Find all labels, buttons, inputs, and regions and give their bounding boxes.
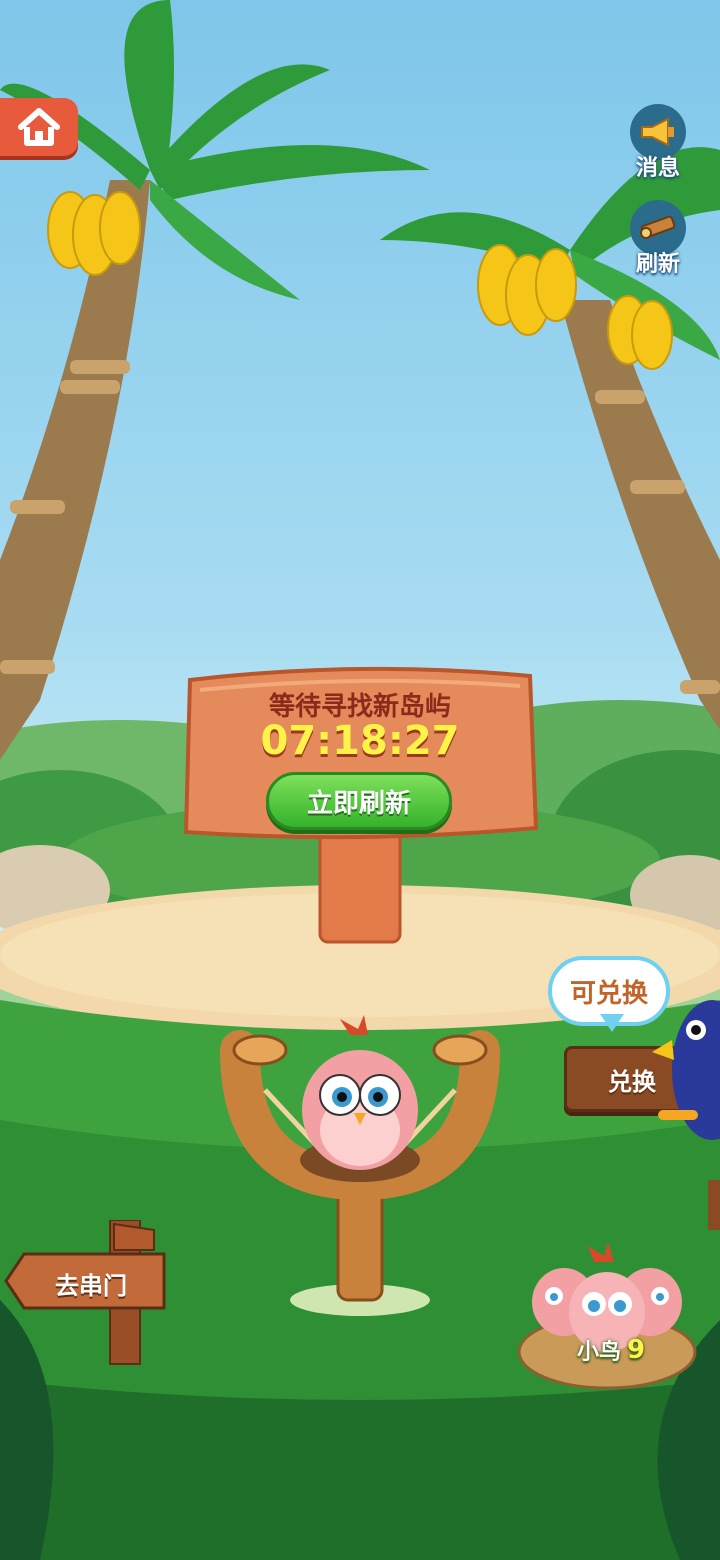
exchange-bubble-text: 可兑换 — [569, 978, 648, 1009]
countdown-timer: 07:18:27 — [260, 718, 460, 764]
parrot-icon — [652, 1000, 720, 1230]
refresh-label: 刷新 — [635, 252, 680, 277]
signboard: 等待寻找新岛屿 07:18:27 立即刷新 — [180, 660, 540, 950]
nest-count: 9 — [626, 1335, 646, 1365]
messages-label: 消息 — [635, 156, 680, 181]
home-button[interactable] — [0, 98, 78, 156]
nest-icon — [517, 1242, 697, 1390]
visit-button[interactable]: 去串门 — [26, 1256, 156, 1310]
nest-counter[interactable]: 小鸟 9 — [566, 1332, 656, 1368]
nest-label: 小鸟 — [576, 1340, 621, 1365]
messages-button[interactable]: 消息 — [618, 104, 698, 184]
exchange-bubble-tail — [600, 1014, 624, 1032]
pink-bird-icon — [302, 1015, 418, 1170]
refresh-button[interactable]: 刷新 — [618, 200, 698, 280]
house-icon — [18, 108, 60, 146]
game-scene: 消息 刷新 等待寻找新岛屿 07:18:27 立即刷新 可兑换 兑换 去串门 小… — [0, 0, 720, 1560]
refresh-now-button[interactable]: 立即刷新 — [266, 772, 452, 830]
